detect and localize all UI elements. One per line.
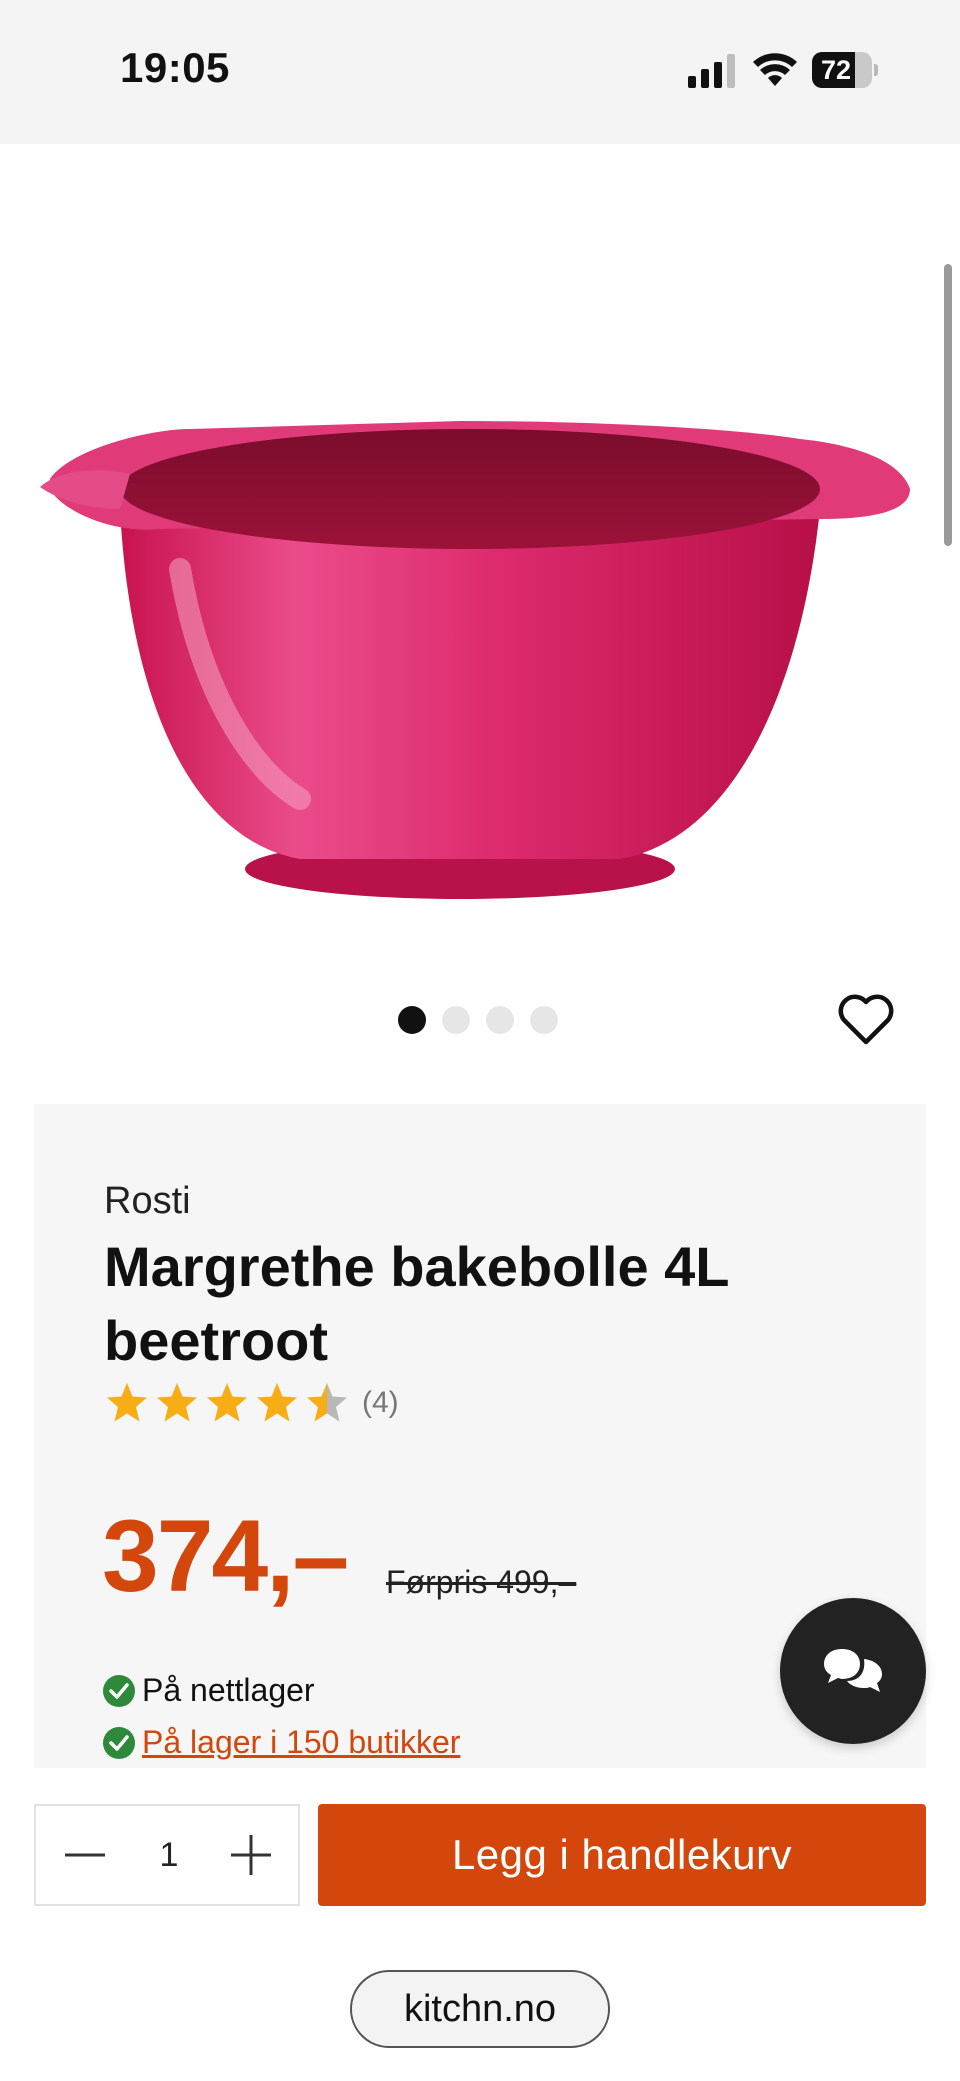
cellular-signal-icon: [688, 54, 735, 88]
product-brand[interactable]: Rosti: [104, 1180, 191, 1223]
check-circle-icon: [103, 1726, 135, 1759]
battery-level: 72: [820, 55, 852, 85]
gallery-dot[interactable]: [486, 1006, 514, 1034]
product-title: Margrethe bakebolle 4L beetroot: [104, 1235, 729, 1372]
gallery-dot[interactable]: [530, 1006, 558, 1034]
add-to-cart-button[interactable]: Legg i handlekurv: [318, 1804, 926, 1906]
star-icon: [307, 1383, 347, 1422]
product-image[interactable]: [40, 369, 920, 939]
quantity-decrease-button[interactable]: [60, 1830, 110, 1880]
browser-address-bar[interactable]: kitchn.no: [350, 1970, 610, 2048]
quantity-stepper: 1: [34, 1804, 300, 1906]
product-price: 374,–: [102, 1499, 349, 1613]
product-image-gallery[interactable]: [0, 144, 960, 1044]
gallery-dot[interactable]: [442, 1006, 470, 1034]
battery-icon: 72: [812, 52, 878, 88]
star-icon: [107, 1383, 147, 1422]
gallery-dot[interactable]: [398, 1006, 426, 1034]
stock-online-label: På nettlager: [142, 1672, 315, 1708]
check-circle-icon: [103, 1674, 135, 1707]
product-rating[interactable]: (4): [104, 1378, 399, 1428]
favorite-heart-icon[interactable]: [836, 990, 896, 1050]
chat-bubbles-icon: [824, 1649, 882, 1692]
star-icon: [257, 1383, 297, 1422]
stock-stores[interactable]: På lager i 150 butikker: [102, 1724, 460, 1761]
chat-button[interactable]: [780, 1598, 926, 1744]
status-bar: 19:05 72: [0, 0, 960, 144]
status-time: 19:05: [120, 44, 230, 91]
stock-online: På nettlager: [102, 1672, 315, 1709]
minus-icon: [65, 1853, 105, 1857]
rating-stars: [104, 1380, 350, 1426]
wifi-icon: [753, 53, 797, 86]
star-icon: [207, 1383, 247, 1422]
product-old-price: Førpris 499,–: [386, 1564, 577, 1600]
stock-stores-link[interactable]: På lager i 150 butikker: [142, 1724, 460, 1761]
scrollbar[interactable]: [944, 264, 952, 546]
star-icon: [157, 1383, 197, 1422]
plus-icon: [231, 1835, 271, 1875]
quantity-increase-button[interactable]: [226, 1830, 276, 1880]
review-count: (4): [362, 1386, 399, 1419]
gallery-pagination: [398, 1006, 558, 1034]
